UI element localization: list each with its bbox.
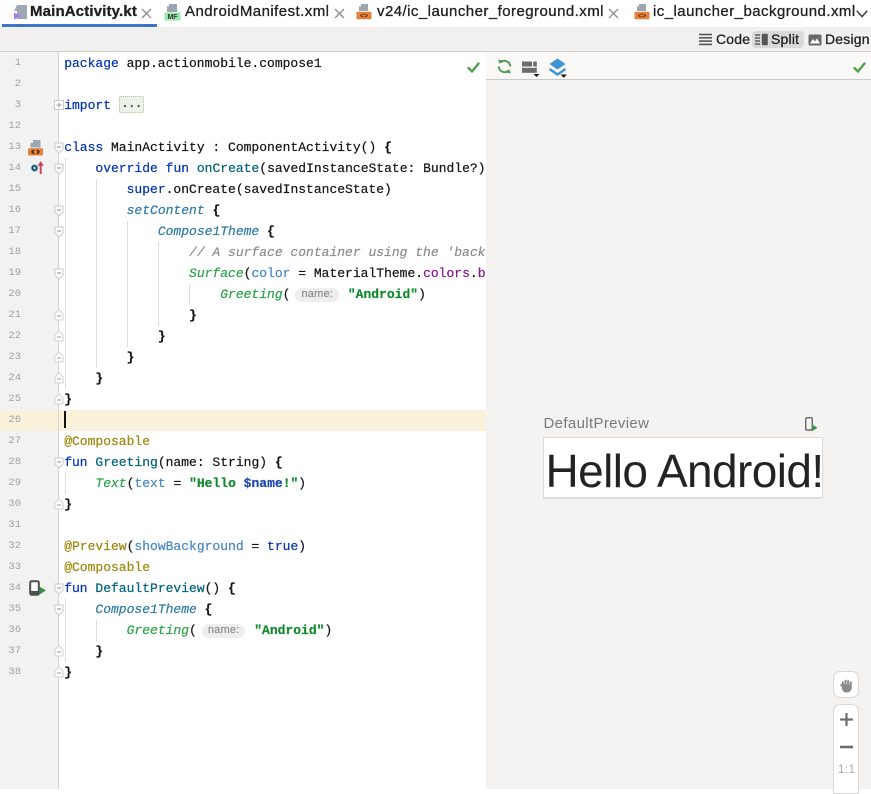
svg-text:<>: <> [638, 13, 646, 20]
svg-text:<>: <> [360, 13, 368, 20]
svg-text:MF: MF [167, 14, 178, 21]
